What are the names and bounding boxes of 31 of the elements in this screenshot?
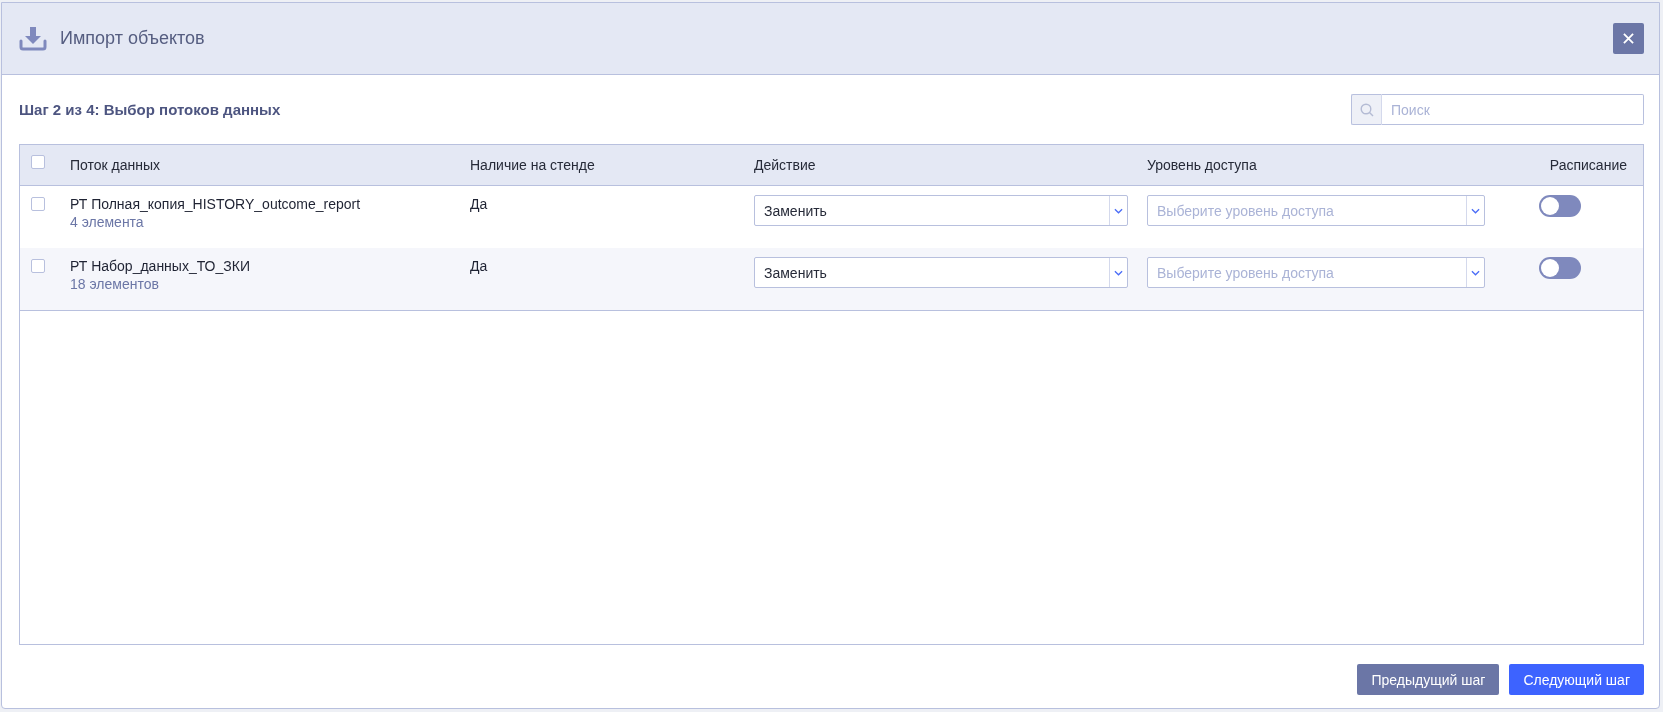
select-all-checkbox[interactable] xyxy=(31,155,45,169)
caret-icon xyxy=(1114,269,1123,276)
row-checkbox[interactable] xyxy=(31,197,45,211)
search-icon xyxy=(1351,94,1382,125)
download-icon xyxy=(19,26,47,51)
presence-text: Да xyxy=(470,257,488,275)
dialog-title: Импорт объектов xyxy=(60,28,205,49)
stream-name: РТ Набор_данных_ТО_ЗКИ xyxy=(70,257,250,275)
schedule-toggle[interactable] xyxy=(1539,195,1581,217)
next-step-button[interactable]: Следующий шаг xyxy=(1509,664,1644,695)
step-title: Шаг 2 из 4: Выбор потоков данных xyxy=(19,101,281,118)
element-count: 4 элемента xyxy=(70,213,144,231)
stream-name: РТ Полная_копия_HISTORY_outcome_report xyxy=(70,195,361,213)
action-select[interactable]: Заменить xyxy=(754,257,1128,288)
column-header: Поток данных xyxy=(70,157,161,173)
schedule-toggle[interactable] xyxy=(1539,257,1581,279)
element-count: 18 элементов xyxy=(70,275,159,293)
column-header: Наличие на стенде xyxy=(470,157,595,173)
column-header: Действие xyxy=(754,157,816,173)
search-field[interactable]: Поиск xyxy=(1382,94,1644,125)
previous-step-button[interactable]: Предыдущий шаг xyxy=(1357,664,1500,695)
row-checkbox[interactable] xyxy=(31,259,45,273)
close-icon xyxy=(1623,33,1634,44)
action-select[interactable]: Заменить xyxy=(754,195,1128,226)
column-header: Уровень доступа xyxy=(1147,157,1257,173)
caret-icon xyxy=(1114,207,1123,214)
presence-text: Да xyxy=(470,195,488,213)
caret-icon xyxy=(1471,269,1480,276)
column-header: Расписание xyxy=(1549,157,1627,173)
caret-icon xyxy=(1471,207,1480,214)
close-button[interactable] xyxy=(1613,23,1644,54)
